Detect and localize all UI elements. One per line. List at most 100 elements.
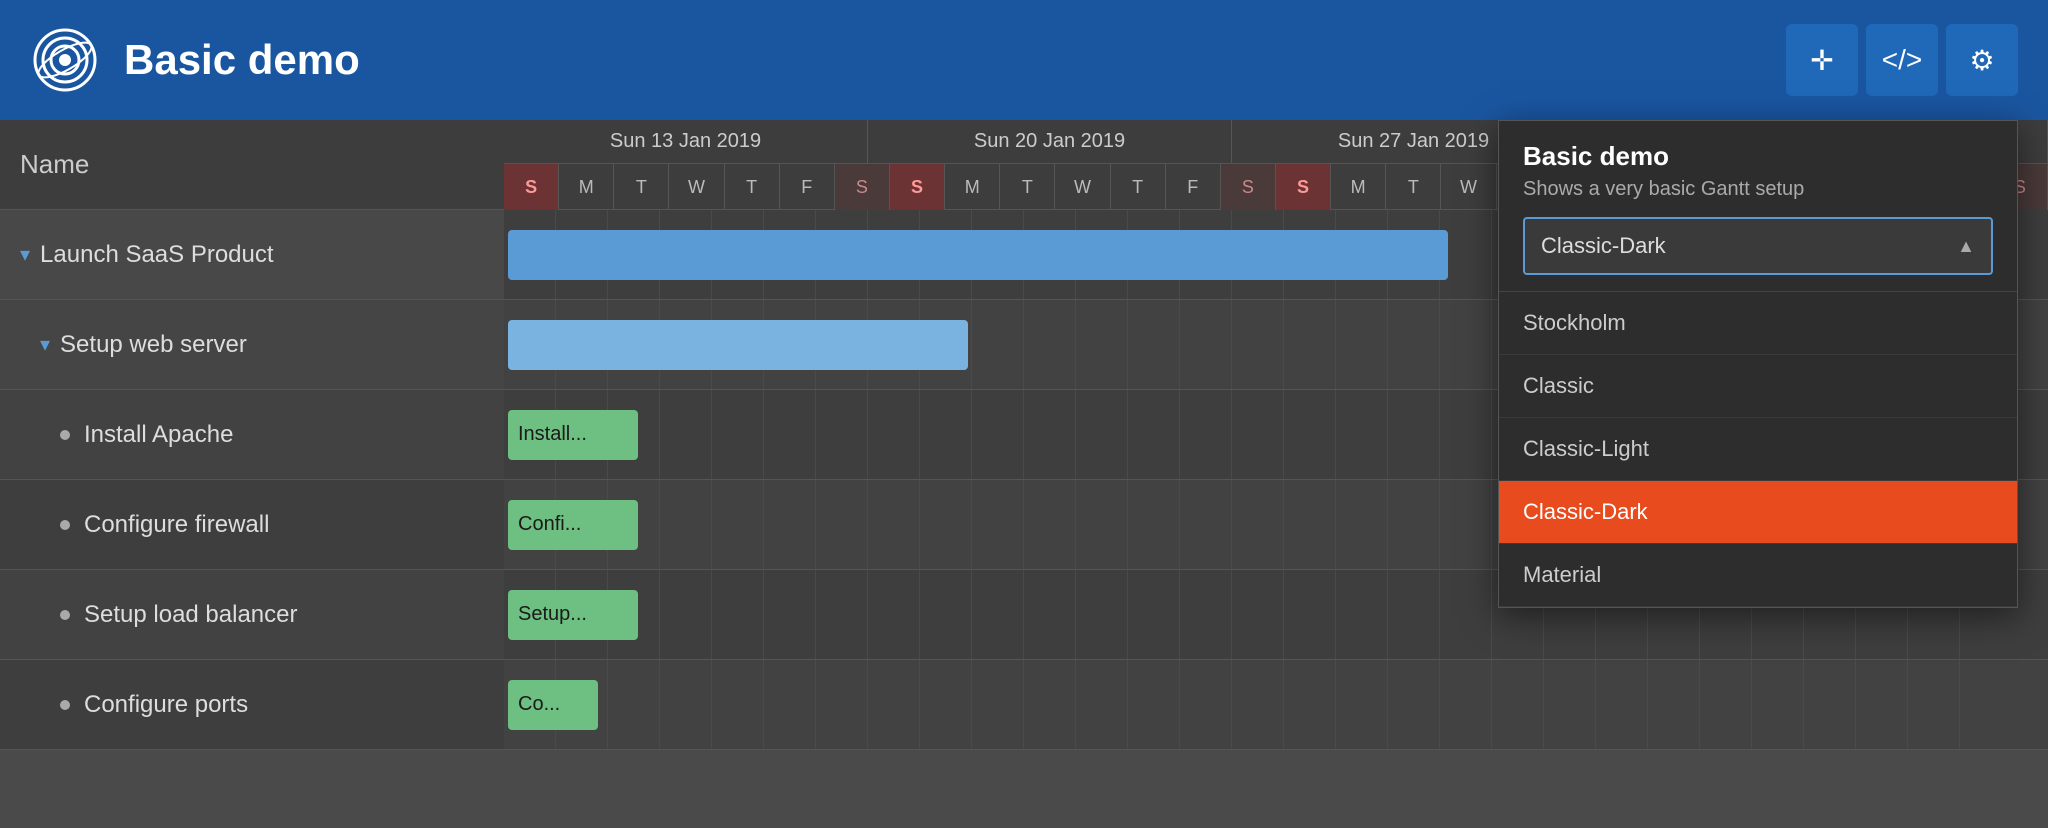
gantt-cell (764, 660, 816, 749)
gantt-cell (816, 570, 868, 659)
gantt-cell (1336, 570, 1388, 659)
gantt-cell (972, 570, 1024, 659)
gantt-cell (816, 480, 868, 569)
settings-button[interactable]: ⚙ (1946, 24, 2018, 96)
gantt-cell (1856, 660, 1908, 749)
app-title: Basic demo (124, 36, 360, 84)
day-cell: T (614, 164, 669, 210)
gantt-cell (660, 390, 712, 479)
gantt-cell (816, 390, 868, 479)
gantt-cell (712, 570, 764, 659)
gantt-cell (1492, 660, 1544, 749)
gantt-cell (1076, 300, 1128, 389)
bullet-icon (60, 520, 70, 530)
gantt-cell (1648, 660, 1700, 749)
gantt-cell (1440, 570, 1492, 659)
task-row[interactable]: Setup load balancer (0, 570, 504, 660)
gantt-bar[interactable]: Co... (508, 680, 598, 730)
gantt-cell (1180, 570, 1232, 659)
bullet-icon (60, 610, 70, 620)
gantt-cell (1544, 660, 1596, 749)
task-label: Setup web server (60, 331, 247, 359)
day-cell: T (725, 164, 780, 210)
gantt-cell (764, 390, 816, 479)
theme-option[interactable]: Material (1499, 544, 2017, 607)
gantt-cell (1284, 480, 1336, 569)
theme-option[interactable]: Classic-Dark (1499, 481, 2017, 544)
theme-list: StockholmClassicClassic-LightClassic-Dar… (1499, 291, 2017, 607)
gantt-row[interactable]: Co... (504, 660, 2048, 750)
gantt-cell (1024, 390, 1076, 479)
gantt-cell (1284, 660, 1336, 749)
task-label: Configure ports (84, 691, 248, 719)
gantt-cell (1336, 660, 1388, 749)
app-logo (30, 25, 100, 95)
gantt-cell (1180, 390, 1232, 479)
theme-option[interactable]: Classic-Light (1499, 418, 2017, 481)
code-button[interactable]: </> (1866, 24, 1938, 96)
task-label: Launch SaaS Product (40, 241, 274, 269)
day-cell: M (1331, 164, 1386, 210)
task-row[interactable]: ▾ Launch SaaS Product (0, 210, 504, 300)
gantt-cell (1700, 660, 1752, 749)
week-label-2: Sun 20 Jan 2019 (868, 120, 1232, 163)
bullet-icon (60, 430, 70, 440)
header: Basic demo ✛ </> ⚙ (0, 0, 2048, 120)
day-cell: M (945, 164, 1000, 210)
day-cell: F (1166, 164, 1221, 210)
gantt-cell (816, 660, 868, 749)
gantt-cell (1024, 660, 1076, 749)
gantt-cell (764, 480, 816, 569)
day-cell: T (1000, 164, 1055, 210)
gantt-cell (920, 570, 972, 659)
gantt-bar[interactable]: Setup... (508, 590, 638, 640)
gantt-cell (1336, 480, 1388, 569)
gantt-cell (1804, 660, 1856, 749)
gantt-cell (1440, 300, 1492, 389)
day-cell: T (1111, 164, 1166, 210)
day-cell: S (1276, 164, 1331, 210)
gantt-cell (1232, 570, 1284, 659)
task-label: Install Apache (84, 421, 233, 449)
day-cell: S (835, 164, 890, 210)
gantt-cell (1232, 660, 1284, 749)
move-button[interactable]: ✛ (1786, 24, 1858, 96)
gantt-cell (1336, 300, 1388, 389)
dropdown-subtitle: Shows a very basic Gantt setup (1499, 178, 2017, 217)
bullet-icon (60, 700, 70, 710)
selected-theme-label: Classic-Dark (1541, 233, 1666, 259)
task-label: Configure firewall (84, 511, 269, 539)
task-row[interactable]: Configure firewall (0, 480, 504, 570)
day-cell: W (1441, 164, 1496, 210)
gantt-cell (1180, 660, 1232, 749)
task-row[interactable]: Install Apache (0, 390, 504, 480)
theme-option[interactable]: Classic (1499, 355, 2017, 418)
task-row[interactable]: Configure ports (0, 660, 504, 750)
gantt-cell (972, 480, 1024, 569)
gantt-cell (1388, 390, 1440, 479)
gantt-cell (1232, 300, 1284, 389)
task-row[interactable]: ▾ Setup web server (0, 300, 504, 390)
gantt-bar[interactable]: Confi... (508, 500, 638, 550)
gantt-bar[interactable] (508, 230, 1448, 280)
expand-icon: ▾ (20, 242, 30, 267)
day-cell: S (890, 164, 945, 210)
gantt-cell (1128, 390, 1180, 479)
theme-select[interactable]: Classic-Dark ▲ (1523, 217, 1993, 275)
gantt-cell (1128, 480, 1180, 569)
task-label: Setup load balancer (84, 601, 298, 629)
expand-icon: ▾ (40, 332, 50, 357)
gantt-cell (920, 480, 972, 569)
gantt-bar[interactable]: Install... (508, 410, 638, 460)
day-cell: T (1386, 164, 1441, 210)
gantt-cell (1440, 390, 1492, 479)
day-cell: S (1221, 164, 1276, 210)
gantt-cell (1128, 300, 1180, 389)
gantt-cell (868, 570, 920, 659)
chevron-up-icon: ▲ (1957, 236, 1975, 257)
gantt-bar[interactable] (508, 320, 968, 370)
theme-option[interactable]: Stockholm (1499, 292, 2017, 355)
gantt-cell (972, 660, 1024, 749)
gantt-cell (1076, 390, 1128, 479)
gantt-cell (1752, 660, 1804, 749)
